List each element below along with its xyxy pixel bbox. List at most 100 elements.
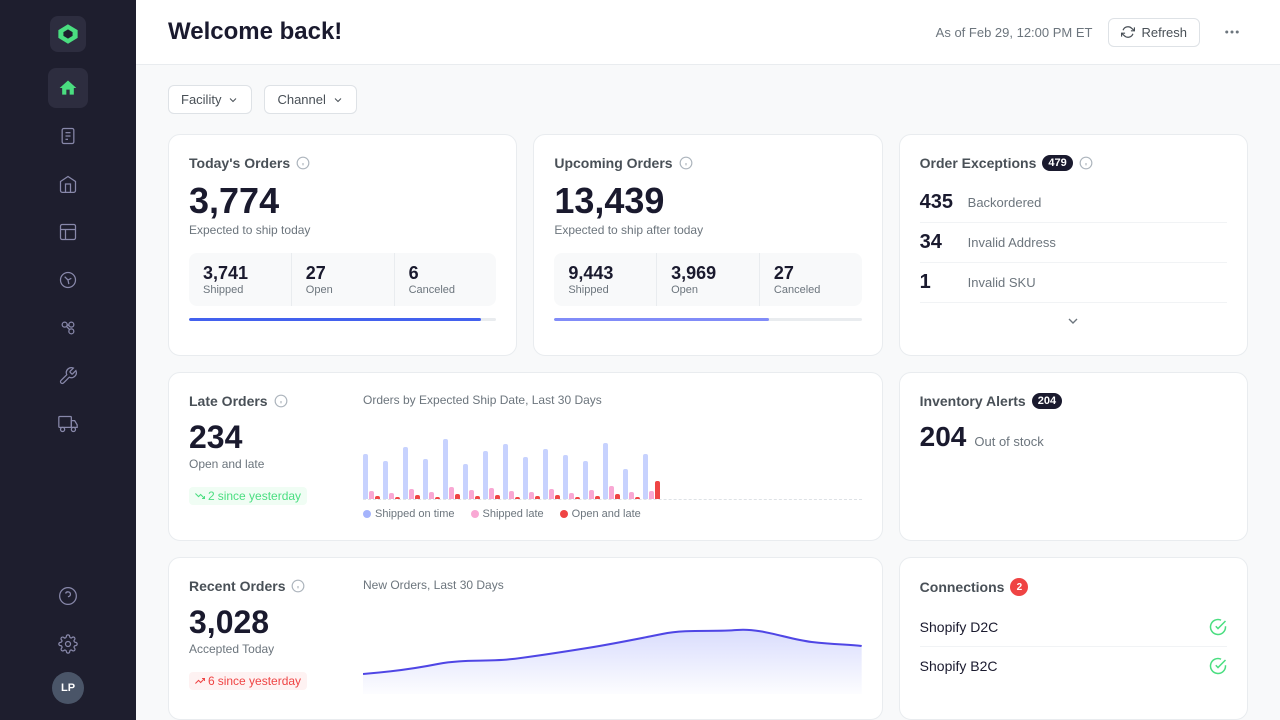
recent-orders-trend: 6 since yesterday: [189, 672, 307, 690]
chevron-down-icon-exceptions: [1065, 313, 1081, 329]
trend-value: 2: [208, 489, 215, 503]
late-orders-chart-title: Orders by Expected Ship Date, Last 30 Da…: [363, 393, 862, 407]
late-orders-stats: Late Orders 234 Open and late 2 since ye…: [189, 393, 339, 520]
sidebar-item-tools[interactable]: [48, 356, 88, 396]
sidebar-item-inventory[interactable]: [48, 164, 88, 204]
chevron-down-icon-2: [332, 94, 344, 106]
refresh-button[interactable]: Refresh: [1108, 18, 1200, 47]
stat-shipped-today: 3,741 Shipped: [189, 253, 292, 306]
exc-num-backordered: 435: [920, 191, 960, 214]
late-orders-trend: 2 since yesterday: [189, 487, 307, 505]
stat-num-upcoming-shipped: 9,443: [568, 263, 642, 284]
todays-orders-stats: 3,741 Shipped 27 Open 6 Canceled: [189, 253, 496, 306]
stat-num-upcoming-open: 3,969: [671, 263, 745, 284]
avatar[interactable]: LP: [52, 672, 84, 704]
exc-num-invalid-sku: 1: [920, 271, 960, 294]
stat-label-upcoming-open: Open: [671, 284, 745, 296]
recent-trend-label: since yesterday: [218, 674, 301, 688]
stat-label-shipped: Shipped: [203, 284, 277, 296]
exception-invalid-sku[interactable]: 1 Invalid SKU: [920, 263, 1227, 303]
stat-upcoming-shipped: 9,443 Shipped: [554, 253, 657, 306]
exception-backordered[interactable]: 435 Backordered: [920, 183, 1227, 223]
recent-orders-chart-title: New Orders, Last 30 Days: [363, 578, 862, 592]
recent-orders-inner: Recent Orders 3,028 Accepted Today 6 sin…: [189, 578, 862, 699]
legend-dot-shipped: [363, 510, 371, 518]
recent-trend-value: 6: [208, 674, 215, 688]
bar-chart: [363, 419, 862, 499]
out-of-stock-number: 204: [920, 421, 967, 453]
exception-invalid-address[interactable]: 34 Invalid Address: [920, 223, 1227, 263]
upcoming-orders-subtext: Expected to ship after today: [554, 223, 861, 237]
info-icon-today[interactable]: [296, 156, 310, 170]
out-of-stock-label: Out of stock: [974, 434, 1043, 449]
progress-bar-today: [189, 318, 496, 321]
card-header-today: Today's Orders: [189, 155, 496, 171]
legend-dot-open-late: [560, 510, 568, 518]
legend-label-shipped: Shipped on time: [375, 508, 455, 520]
sidebar: LP: [0, 0, 136, 720]
order-exceptions-title: Order Exceptions: [920, 155, 1037, 171]
area-chart-svg: [363, 604, 862, 694]
stat-label-upcoming-shipped: Shipped: [568, 284, 642, 296]
stat-num-upcoming-canceled: 27: [774, 263, 848, 284]
sidebar-item-shipping[interactable]: [48, 404, 88, 444]
recent-orders-chart: New Orders, Last 30 Days: [363, 578, 862, 699]
facility-filter[interactable]: Facility: [168, 85, 252, 114]
stat-label-upcoming-canceled: Canceled: [774, 284, 848, 296]
sidebar-item-reports[interactable]: [48, 212, 88, 252]
info-icon-exceptions[interactable]: [1079, 156, 1093, 170]
exc-label-invalid-address: Invalid Address: [968, 235, 1056, 250]
connection-shopify-d2c[interactable]: Shopify D2C: [920, 608, 1227, 647]
stat-num-shipped: 3,741: [203, 263, 277, 284]
sidebar-item-settings[interactable]: [48, 624, 88, 664]
card-header-late: Late Orders: [189, 393, 339, 409]
app-logo[interactable]: [50, 16, 86, 52]
card-header-inventory: Inventory Alerts 204: [920, 393, 1227, 409]
exceptions-badge: 479: [1042, 155, 1072, 171]
info-icon-late[interactable]: [274, 394, 288, 408]
exceptions-expand-button[interactable]: [1059, 307, 1087, 335]
late-orders-chart: Orders by Expected Ship Date, Last 30 Da…: [363, 393, 862, 520]
refresh-icon: [1121, 25, 1135, 39]
sidebar-item-integrations[interactable]: [48, 308, 88, 348]
check-icon-d2c: [1209, 618, 1227, 636]
info-icon-recent[interactable]: [291, 579, 305, 593]
recent-orders-card: Recent Orders 3,028 Accepted Today 6 sin…: [168, 557, 883, 720]
upcoming-orders-title: Upcoming Orders: [554, 155, 672, 171]
card-header-recent: Recent Orders: [189, 578, 339, 594]
inventory-alerts-title: Inventory Alerts: [920, 393, 1026, 409]
sidebar-bottom: LP: [48, 576, 88, 704]
connections-card: Connections 2 Shopify D2C Shopify B2C: [899, 557, 1248, 720]
progress-fill-today: [189, 318, 481, 321]
trend-down-icon: [195, 491, 205, 501]
inventory-badge: 204: [1032, 393, 1062, 409]
legend-dot-late: [471, 510, 479, 518]
stat-canceled-today: 6 Canceled: [395, 253, 497, 306]
todays-orders-title: Today's Orders: [189, 155, 290, 171]
legend-shipped-on-time: Shipped on time: [363, 508, 455, 520]
channel-label: Channel: [277, 92, 325, 107]
late-orders-title: Late Orders: [189, 393, 268, 409]
stat-num-canceled: 6: [409, 263, 483, 284]
late-orders-number: 234: [189, 421, 339, 453]
recent-orders-number: 3,028: [189, 606, 339, 638]
out-of-stock-row: 204 Out of stock: [920, 421, 1227, 453]
connection-shopify-b2c[interactable]: Shopify B2C: [920, 647, 1227, 685]
sidebar-item-orders[interactable]: [48, 116, 88, 156]
sidebar-item-help[interactable]: [48, 576, 88, 616]
upcoming-orders-card: Upcoming Orders 13,439 Expected to ship …: [533, 134, 882, 356]
progress-bar-upcoming: [554, 318, 861, 321]
dashboard: Today's Orders 3,774 Expected to ship to…: [136, 122, 1280, 720]
sidebar-item-analytics[interactable]: [48, 260, 88, 300]
todays-orders-number: 3,774: [189, 183, 496, 219]
filters: Facility Channel: [136, 65, 1280, 122]
sidebar-item-home[interactable]: [48, 68, 88, 108]
recent-orders-subtext: Accepted Today: [189, 642, 339, 656]
channel-filter[interactable]: Channel: [264, 85, 356, 114]
more-button[interactable]: [1216, 16, 1248, 48]
connection-name-d2c: Shopify D2C: [920, 619, 999, 635]
check-icon-b2c: [1209, 657, 1227, 675]
info-icon-upcoming[interactable]: [679, 156, 693, 170]
facility-label: Facility: [181, 92, 221, 107]
exc-label-backordered: Backordered: [968, 195, 1042, 210]
